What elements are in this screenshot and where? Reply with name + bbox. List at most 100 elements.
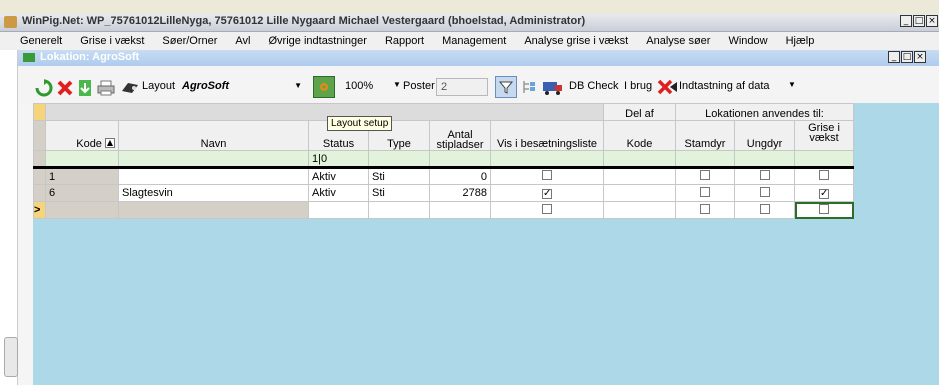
- cell-grise[interactable]: ✓: [794, 184, 854, 202]
- sort-ascending-icon[interactable]: ▲: [105, 138, 115, 148]
- filter-antal[interactable]: [429, 150, 491, 168]
- new-cell-kode[interactable]: [45, 201, 119, 219]
- child-restore-icon[interactable]: □: [901, 51, 913, 63]
- menu-hjaelp[interactable]: Hjælp: [777, 35, 824, 47]
- filter-stamdyr[interactable]: [675, 150, 735, 168]
- cell-vis[interactable]: ✓: [490, 184, 604, 202]
- column-header-vis[interactable]: Vis i besætningsliste: [490, 120, 604, 151]
- column-header-grise-i-vaekst[interactable]: Grise i vækst: [794, 120, 854, 151]
- ungdyr-checkbox[interactable]: [759, 186, 770, 197]
- column-header-del-kode[interactable]: Kode: [603, 120, 676, 151]
- new-row-marker[interactable]: >: [33, 201, 46, 219]
- vis-checkbox[interactable]: [542, 170, 552, 180]
- menu-soer-orner[interactable]: Søer/Orner: [153, 35, 226, 47]
- truck-icon[interactable]: [541, 78, 565, 96]
- child-close-icon[interactable]: ×: [914, 51, 926, 63]
- column-header-antal[interactable]: Antal stipladser: [429, 120, 491, 151]
- new-cell-stamdyr[interactable]: [675, 201, 735, 219]
- menu-window[interactable]: Window: [719, 35, 776, 47]
- cell-kode[interactable]: 1: [45, 166, 119, 185]
- filter-ungdyr[interactable]: [734, 150, 795, 168]
- menu-grise-i-vaekst[interactable]: Grise i vækst: [71, 35, 153, 47]
- row-selector[interactable]: [33, 184, 46, 202]
- vis-checkbox[interactable]: [542, 203, 552, 214]
- cell-stamdyr[interactable]: [675, 184, 735, 202]
- tree-icon[interactable]: [521, 79, 537, 95]
- menu-analyse-soer[interactable]: Analyse søer: [637, 35, 719, 47]
- cell-del-kode[interactable]: [603, 166, 676, 185]
- new-cell-grise[interactable]: [794, 201, 854, 219]
- new-cell-ungdyr[interactable]: [734, 201, 795, 219]
- cell-navn[interactable]: Slagtesvin: [118, 184, 309, 202]
- indtastning-chevron-icon[interactable]: ▼: [788, 80, 796, 89]
- filter-type[interactable]: [368, 150, 430, 168]
- new-cell-vis[interactable]: [490, 201, 604, 219]
- menu-generelt[interactable]: Generelt: [0, 35, 71, 47]
- new-cell-del-kode[interactable]: [603, 201, 676, 219]
- cell-stamdyr[interactable]: [675, 166, 735, 185]
- layout-setup-button[interactable]: [313, 76, 335, 98]
- layout-select[interactable]: AgroSoft ▼: [178, 78, 302, 96]
- filter-vis[interactable]: [490, 150, 604, 168]
- cell-type[interactable]: Sti: [368, 184, 430, 202]
- cell-ungdyr[interactable]: [734, 166, 795, 185]
- grise-checkbox[interactable]: [819, 170, 829, 180]
- grise-checkbox[interactable]: [819, 203, 829, 214]
- new-cell-type[interactable]: [368, 201, 430, 219]
- menu-analyse-grise[interactable]: Analyse grise i vækst: [515, 35, 637, 47]
- column-header-ungdyr[interactable]: Ungdyr: [734, 120, 795, 151]
- cell-antal[interactable]: 2788: [429, 184, 491, 202]
- close-icon[interactable]: ×: [926, 15, 938, 27]
- refresh-icon[interactable]: [35, 79, 53, 97]
- stamdyr-checkbox[interactable]: [700, 186, 710, 197]
- cell-kode[interactable]: 6: [45, 184, 119, 202]
- menu-rapport[interactable]: Rapport: [376, 35, 433, 47]
- i-brug-button[interactable]: I brug: [624, 80, 652, 92]
- cell-grise[interactable]: [794, 166, 854, 185]
- column-header-navn[interactable]: Navn: [118, 120, 309, 151]
- cell-vis[interactable]: [490, 166, 604, 185]
- grise-checkbox[interactable]: ✓: [819, 189, 829, 199]
- new-cell-navn[interactable]: [118, 201, 309, 219]
- indtastning-button[interactable]: Indtastning af data: [679, 80, 770, 92]
- stamdyr-checkbox[interactable]: [700, 170, 710, 180]
- new-cell-antal[interactable]: [429, 201, 491, 219]
- grid-corner[interactable]: [33, 103, 46, 121]
- row-selector[interactable]: [33, 166, 46, 185]
- cell-del-kode[interactable]: [603, 184, 676, 202]
- vis-checkbox[interactable]: ✓: [542, 189, 552, 199]
- delete-icon[interactable]: [56, 79, 74, 97]
- table-row[interactable]: 6 Slagtesvin Aktiv Sti 2788 ✓ ✓: [33, 184, 854, 202]
- minimize-icon[interactable]: _: [900, 15, 912, 27]
- menu-oevrige-indtastninger[interactable]: Øvrige indtastninger: [260, 35, 376, 47]
- print-icon[interactable]: [97, 79, 115, 97]
- cell-navn[interactable]: [118, 166, 309, 185]
- filter-status[interactable]: 1|0: [308, 150, 369, 168]
- column-header-kode[interactable]: Kode ▲: [45, 120, 119, 151]
- stamdyr-checkbox[interactable]: [700, 203, 710, 214]
- menu-avl[interactable]: Avl: [226, 35, 259, 47]
- new-cell-status[interactable]: [308, 201, 369, 219]
- indtastning-icon[interactable]: [656, 78, 678, 96]
- side-scroll-handle[interactable]: [4, 337, 18, 377]
- filter-kode[interactable]: [45, 150, 119, 168]
- table-row[interactable]: 1 Aktiv Sti 0: [33, 166, 854, 185]
- ungdyr-checkbox[interactable]: [759, 170, 770, 180]
- zoom-chevron-icon[interactable]: ▼: [393, 80, 401, 89]
- filter-navn[interactable]: [118, 150, 309, 168]
- download-icon[interactable]: [77, 79, 93, 97]
- layout-icon[interactable]: [120, 79, 140, 97]
- new-row[interactable]: >: [33, 201, 854, 219]
- cell-status[interactable]: Aktiv: [308, 184, 369, 202]
- filter-grise[interactable]: [794, 150, 854, 168]
- column-header-stamdyr[interactable]: Stamdyr: [675, 120, 735, 151]
- cell-ungdyr[interactable]: [734, 184, 795, 202]
- child-minimize-icon[interactable]: _: [888, 51, 900, 63]
- menu-management[interactable]: Management: [433, 35, 515, 47]
- cell-antal[interactable]: 0: [429, 166, 491, 185]
- ungdyr-checkbox[interactable]: [759, 203, 770, 214]
- db-check-button[interactable]: DB Check: [569, 80, 619, 92]
- cell-status[interactable]: Aktiv: [308, 166, 369, 185]
- cell-type[interactable]: Sti: [368, 166, 430, 185]
- restore-icon[interactable]: □: [913, 15, 925, 27]
